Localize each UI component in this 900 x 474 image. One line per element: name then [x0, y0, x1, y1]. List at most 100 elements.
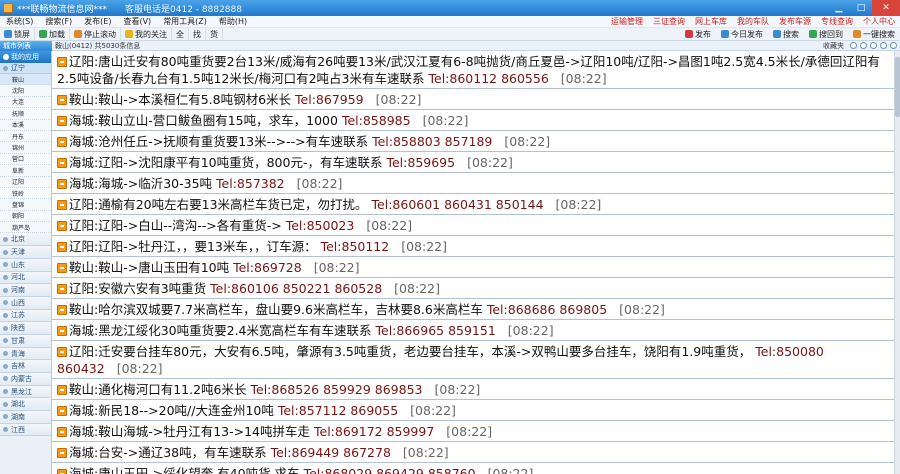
my-apps-item[interactable]: 我的应用	[0, 51, 51, 63]
search-button[interactable]: 搜索	[768, 29, 804, 40]
message-row[interactable]: 辽阳:安徽六安有3吨重货 Tel:860106 850221 860528 [08:…	[52, 278, 894, 299]
vertical-scrollbar[interactable]	[894, 51, 900, 474]
message-tel[interactable]: Tel:869728	[233, 260, 302, 275]
next-icon[interactable]	[860, 42, 867, 49]
link-publish-vehicle[interactable]: 发布车源	[774, 16, 816, 27]
province-item[interactable]: 陕西	[0, 322, 51, 335]
filter-find-button[interactable]: 找	[189, 27, 206, 41]
menu-search[interactable]: 搜索(F)	[39, 16, 78, 27]
filter-all-button[interactable]: 全	[172, 27, 189, 41]
scrollbar-thumb[interactable]	[895, 57, 900, 117]
message-row[interactable]: 辽阳:辽阳->白山--湾沟-->各有重货-> Tel:850023 [08:22]	[52, 215, 894, 236]
link-my-fleet[interactable]: 我的车队	[732, 16, 774, 27]
message-row[interactable]: 海城:台安->通辽38吨，有车速联系 Tel:869449 867278 [08:2…	[52, 442, 894, 463]
maximize-icon[interactable]: □	[850, 0, 872, 16]
menu-publish[interactable]: 发布(E)	[78, 16, 117, 27]
message-tel[interactable]: Tel:850112	[321, 239, 390, 254]
message-tel[interactable]: Tel:868686 869805	[487, 302, 607, 317]
province-item[interactable]: 山东	[0, 258, 51, 272]
message-tel[interactable]: Tel:868029 869429 858760	[304, 466, 476, 474]
province-item[interactable]: 江苏	[0, 309, 51, 323]
province-item[interactable]: 黑龙江	[0, 385, 51, 399]
link-online-garage[interactable]: 网上车库	[690, 16, 732, 27]
message-row[interactable]: 海城:鞍山立山-营口鲅鱼圈有15吨，求车，1000 Tel:858985 [08:2…	[52, 110, 894, 131]
menu-help[interactable]: 帮助(H)	[213, 16, 253, 27]
message-tel[interactable]: Tel:858985	[342, 113, 411, 128]
message-tel[interactable]: Tel:860112 860556	[429, 71, 549, 86]
province-item[interactable]: 吉林	[0, 360, 51, 374]
message-row[interactable]: 鞍山:哈尔滨双城要7.7米高栏车，盘山要9.6米高栏车，吉林要8.6米高栏车 Te…	[52, 299, 894, 320]
city-item[interactable]: 抚顺	[0, 108, 51, 120]
message-tel[interactable]: Tel:867959	[295, 92, 364, 107]
message-tel[interactable]: Tel:858803 857189	[372, 134, 492, 149]
menu-view[interactable]: 查看(V)	[117, 16, 157, 27]
province-item[interactable]: 天津	[0, 246, 51, 259]
province-item[interactable]: 湖北	[0, 398, 51, 412]
message-row[interactable]: 海城:黑龙江绥化30吨重货要2.4米宽高栏车有车速联系 Tel:866965 85…	[52, 320, 894, 341]
expand-icon[interactable]	[890, 42, 897, 49]
publish-button[interactable]: 发布	[680, 29, 716, 40]
city-item[interactable]: 丹东	[0, 130, 51, 143]
city-item[interactable]: 大连	[0, 96, 51, 109]
message-row[interactable]: 海城:沧州任丘->抚顺有重货要13米-->-->有车速联系 Tel:858803 …	[52, 131, 894, 152]
city-item[interactable]: 朝阳	[0, 210, 51, 223]
province-item[interactable]: 甘肃	[0, 334, 51, 348]
message-row[interactable]: 鞍山:通化梅河口有11.2吨6米长 Tel:868526 859929 86985…	[52, 379, 894, 400]
menu-tools[interactable]: 常用工具(Z)	[157, 16, 213, 27]
city-item[interactable]: 铁岭	[0, 187, 51, 200]
message-tel[interactable]: Tel:859695	[386, 155, 455, 170]
city-item[interactable]: 沈阳	[0, 85, 51, 97]
message-tel[interactable]: Tel:850023	[286, 218, 355, 233]
province-item[interactable]: 山西	[0, 296, 51, 310]
message-row[interactable]: 海城:鞍山海城->牡丹江有13->14吨拼车走 Tel:869172 859997…	[52, 421, 894, 442]
province-item[interactable]: 河南	[0, 284, 51, 297]
province-item[interactable]: 青海	[0, 347, 51, 361]
link-license-query[interactable]: 三证查询	[648, 16, 690, 27]
link-personal-center[interactable]: 个人中心	[858, 16, 900, 27]
city-item[interactable]: 营口	[0, 153, 51, 166]
message-row[interactable]: 辽阳:辽阳->牡丹江，，要13米车，，订车源： Tel:850112 [08:22]	[52, 236, 894, 257]
menu-system[interactable]: 系统(S)	[0, 16, 39, 27]
favorites-button[interactable]: 收藏夹	[823, 41, 844, 51]
message-row[interactable]: 鞍山:鞍山->唐山玉田有10吨 Tel:869728 [08:22]	[52, 257, 894, 278]
province-item[interactable]: 湖南	[0, 411, 51, 424]
message-row[interactable]: 海城:新民18-->20吨//大连金州10吨 Tel:857112 869055 […	[52, 400, 894, 421]
city-item[interactable]: 葫芦岛	[0, 222, 51, 234]
city-item[interactable]: 辽阳	[0, 176, 51, 188]
message-row[interactable]: 辽阳:唐山迁安有80吨重货要2台13米/威海有26吨要13米/武汉江夏有6-8吨…	[52, 51, 894, 89]
message-row[interactable]: 辽阳:迁安要台挂车80元，大安有6.5吨，肇源有3.5吨重货，老边要台挂车，本溪…	[52, 341, 894, 379]
filter-goods-button[interactable]: 货	[206, 27, 223, 41]
search-back-button[interactable]: 搜回到	[804, 29, 848, 40]
minimize-icon[interactable]: ▁	[828, 0, 850, 16]
message-row[interactable]: 海城:唐山玉田->绥化望奎,有40吨货,求车 Tel:868029 869429 …	[52, 463, 894, 474]
message-tel[interactable]: Tel:860106 850221 860528	[210, 281, 382, 296]
message-row[interactable]: 海城:辽阳->沈阳康平有10吨重货，800元-，有车速联系 Tel:859695 […	[52, 152, 894, 173]
city-item[interactable]: 盘锦	[0, 199, 51, 211]
city-item[interactable]: 锦州	[0, 142, 51, 154]
province-item-active[interactable]: 辽宁	[0, 63, 51, 74]
close-icon[interactable]: ✕	[872, 0, 900, 16]
message-tel[interactable]: Tel:857382	[216, 176, 285, 191]
province-item[interactable]: 内蒙古	[0, 373, 51, 386]
settings-icon[interactable]	[880, 42, 887, 49]
lock-screen-button[interactable]: 锁屏	[0, 27, 35, 41]
message-tel[interactable]: Tel:860601 860431 850144	[372, 197, 544, 212]
link-route-query[interactable]: 专线查询	[816, 16, 858, 27]
stop-scroll-button[interactable]: 停止滚动	[70, 27, 121, 41]
message-tel[interactable]: Tel:869449 867278	[271, 445, 391, 460]
province-item[interactable]: 江西	[0, 423, 51, 437]
city-item[interactable]: 鞍山	[0, 74, 51, 86]
message-tel[interactable]: Tel:866965 859151	[376, 323, 496, 338]
message-row[interactable]: 辽阳:通榆有20吨左右要13米高栏车货已定，勿打扰。 Tel:860601 860…	[52, 194, 894, 215]
one-click-search-button[interactable]: 一键搜索	[848, 29, 900, 40]
message-tel[interactable]: Tel:868526 859929 869853	[251, 382, 423, 397]
province-item[interactable]: 河北	[0, 271, 51, 285]
prev-icon[interactable]	[850, 42, 857, 49]
refresh-icon[interactable]	[870, 42, 877, 49]
message-row[interactable]: 鞍山:鞍山->本溪桓仁有5.8吨钢材6米长 Tel:867959 [08:22]	[52, 89, 894, 110]
today-publish-button[interactable]: 今日发布	[716, 29, 768, 40]
my-follow-button[interactable]: 我的关注	[121, 27, 172, 41]
province-item[interactable]: 北京	[0, 233, 51, 247]
load-button[interactable]: 加载	[35, 27, 70, 41]
message-tel[interactable]: Tel:869172 859997	[314, 424, 434, 439]
